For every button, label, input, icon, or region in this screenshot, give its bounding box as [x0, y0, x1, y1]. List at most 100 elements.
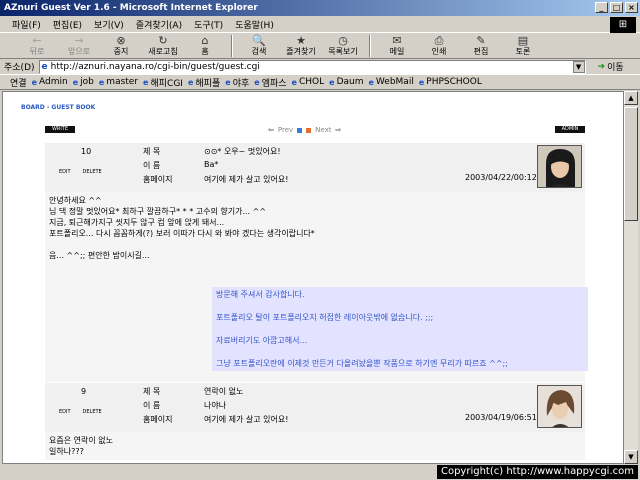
history-icon: ◷: [338, 33, 348, 47]
subject-label: 제 목: [143, 387, 161, 396]
links-label: 연결: [10, 78, 27, 89]
post-author: 나야나: [204, 401, 227, 410]
guestbook-post: 9 EDIT DELETE 제 목 연락이 없노 이 름 나야나 홈페이지 여기…: [45, 383, 585, 460]
refresh-button[interactable]: ↻ 새로고침: [144, 34, 182, 57]
window-title-bar[interactable]: AZnuri Guest Ver 1.6 - Microsoft Interne…: [0, 0, 640, 16]
link-item[interactable]: e PHPSCHOOL: [419, 77, 482, 87]
post-date: 2003/04/22/00:12: [465, 173, 537, 182]
window-title: AZnuri Guest Ver 1.6 - Microsoft Interne…: [4, 3, 258, 13]
avatar: [537, 385, 582, 428]
ie-page-icon: e: [254, 77, 260, 87]
post-homepage[interactable]: 여기에 제가 살고 있어요!: [204, 174, 288, 185]
print-button[interactable]: ⎙ 인쇄: [420, 33, 458, 57]
prev-arrow-icon[interactable]: ⇦: [268, 126, 274, 134]
menu-tools[interactable]: 도구(T): [194, 18, 223, 31]
scroll-thumb[interactable]: [624, 107, 638, 221]
post-body-line: 음... ^^;; 편안한 밤이시길...: [49, 251, 150, 260]
menu-file[interactable]: 파일(F): [12, 18, 41, 31]
link-item[interactable]: e 해피CGI: [143, 76, 183, 89]
link-item[interactable]: e Daum: [329, 77, 363, 87]
search-button[interactable]: 🔍 검색: [240, 33, 278, 57]
close-button[interactable]: ×: [625, 2, 638, 13]
menu-bar: 파일(F) 편집(E) 보기(V) 즐겨찾기(A) 도구(T) 도움말(H): [0, 16, 640, 33]
menu-help[interactable]: 도움말(H): [235, 18, 274, 31]
link-item[interactable]: e 엠파스: [254, 76, 286, 89]
homepage-label: 홈페이지: [143, 175, 173, 184]
favorites-button[interactable]: ★ 즐겨찾기: [282, 34, 320, 57]
address-dropdown-icon[interactable]: ▼: [572, 60, 585, 73]
menu-edit[interactable]: 편집(E): [53, 18, 82, 31]
search-icon: 🔍: [252, 33, 266, 47]
go-button[interactable]: ➔ 이동: [597, 60, 624, 74]
maximize-button[interactable]: □: [610, 2, 623, 13]
post-actions: EDIT DELETE: [59, 169, 102, 175]
forward-arrow-icon: →: [74, 33, 84, 47]
post-header: 9 EDIT DELETE 제 목 연락이 없노 이 름 나야나 홈페이지 여기…: [45, 383, 585, 432]
menu-view[interactable]: 보기(V): [94, 18, 124, 31]
link-item[interactable]: e WebMail: [368, 77, 413, 87]
post-number: 9: [81, 387, 87, 396]
back-button[interactable]: ← 뒤로: [18, 34, 56, 57]
link-item[interactable]: e 야후: [225, 76, 249, 89]
address-label: 주소(D): [4, 63, 35, 73]
address-input[interactable]: e http://aznuri.nayana.ro/cgi-bin/guest/…: [38, 59, 586, 74]
copyright-banner: Copyright(c) http://www.happycgi.com: [436, 465, 638, 479]
guestbook-post: 10 EDIT DELETE 제 목 ⊙⊙* 오우~ 멋있어요! 이 름 Ba*…: [45, 143, 588, 382]
link-item[interactable]: e job: [73, 77, 94, 87]
reply-line: 방문해 주셔서 감사합니다.: [216, 290, 305, 299]
vertical-scrollbar[interactable]: ▲ ▼: [624, 91, 638, 464]
board-title: BOARD - GUEST BOOK: [21, 104, 96, 111]
post-body-line: 일하나???: [49, 447, 84, 456]
home-button[interactable]: ⌂ 홈: [186, 34, 224, 57]
edit-icon: ✎: [476, 33, 486, 47]
name-label: 이 름: [143, 401, 161, 410]
post-header: 10 EDIT DELETE 제 목 ⊙⊙* 오우~ 멋있어요! 이 름 Ba*…: [45, 143, 585, 192]
status-bar: Copyright(c) http://www.happycgi.com: [0, 464, 640, 480]
scroll-down-button[interactable]: ▼: [624, 450, 638, 464]
menu-favorites[interactable]: 즐겨찾기(A): [136, 18, 182, 31]
post-body-line: [49, 239, 581, 250]
pagination-nav: ⇦ Prev Next ⇨: [268, 126, 341, 134]
next-link[interactable]: Next: [315, 126, 331, 134]
delete-link[interactable]: DELETE: [83, 409, 102, 415]
reply-line: 자료버리기도 아깝고해서...: [216, 336, 308, 345]
discuss-button[interactable]: ▤ 토론: [504, 34, 542, 57]
edit-link[interactable]: EDIT: [59, 409, 71, 415]
reply-line: 포트폴리오 탈이 포트폴리오지 허접한 레이아웃밖에 없습니다. ;;;: [216, 313, 434, 322]
prev-link[interactable]: Prev: [278, 126, 293, 134]
print-icon: ⎙: [434, 33, 444, 47]
post-body: 요즘은 연락이 없노 일하나???: [45, 432, 585, 460]
next-arrow-icon[interactable]: ⇨: [335, 126, 341, 134]
ie-page-icon: e: [418, 77, 425, 87]
history-button[interactable]: ◷ 목록보기: [324, 33, 362, 57]
link-item[interactable]: e master: [99, 77, 138, 87]
page-marker-icon: [297, 127, 303, 133]
ie-page-icon: e: [291, 77, 297, 87]
admin-button[interactable]: ADMIN: [555, 126, 585, 133]
ie-page-icon: e: [368, 77, 374, 87]
ie-page-icon: e: [143, 77, 149, 87]
reply-line: 그냥 포트폴리오란에 이제것 만든거 다올려놨을뿐 작품으로 하기엔 무리가 따…: [216, 359, 508, 368]
post-actions: EDIT DELETE: [59, 409, 102, 415]
admin-reply: 방문해 주셔서 감사합니다. 포트폴리오 탈이 포트폴리오지 허접한 레이아웃밖…: [212, 287, 588, 371]
forward-button[interactable]: → 앞으로: [60, 33, 98, 57]
stop-button[interactable]: ⊗ 중지: [102, 34, 140, 57]
delete-link[interactable]: DELETE: [83, 169, 102, 175]
post-date: 2003/04/19/06:51: [465, 413, 537, 422]
edit-button[interactable]: ✎ 편집: [462, 33, 500, 57]
link-item[interactable]: e CHOL: [292, 77, 325, 87]
ie-page-icon: e: [98, 77, 105, 87]
edit-link[interactable]: EDIT: [59, 169, 71, 175]
minimize-button[interactable]: _: [595, 2, 608, 13]
write-button[interactable]: WRITE: [45, 126, 75, 133]
link-item[interactable]: e Admin: [32, 77, 68, 87]
go-arrow-icon: ➔: [597, 61, 606, 72]
post-homepage[interactable]: 여기에 제가 살고 있어요!: [204, 414, 288, 425]
mail-button[interactable]: ✉ 메일: [378, 34, 416, 57]
post-subject: ⊙⊙* 오우~ 멋있어요!: [204, 147, 281, 156]
post-body-line: 포트폴리오... 다시 꼼꼼하게(?) 보러 이따가 다시 와 봐야 겠다는 생…: [49, 229, 315, 238]
link-item[interactable]: e 해피폴: [188, 76, 220, 89]
scroll-up-button[interactable]: ▲: [624, 91, 638, 105]
